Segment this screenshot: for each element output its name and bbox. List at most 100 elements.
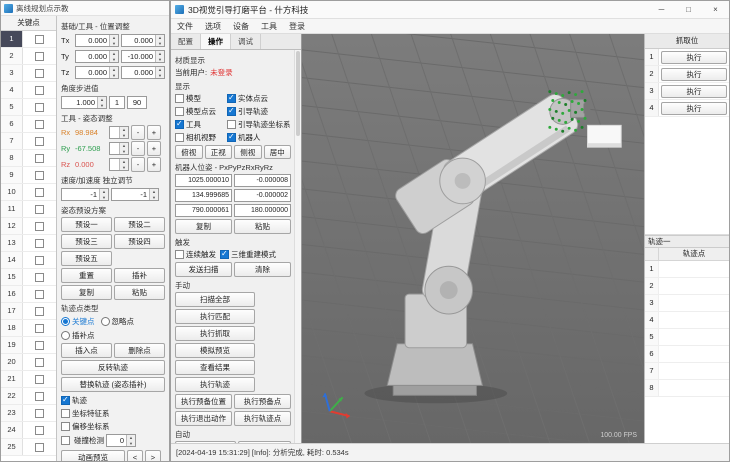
point-checkbox[interactable]	[35, 69, 44, 78]
point-checkbox[interactable]	[35, 222, 44, 231]
scrollbar-thumb[interactable]	[296, 51, 300, 136]
execute-button[interactable]: 执行	[661, 102, 727, 115]
view-button[interactable]: 侧视	[234, 145, 262, 159]
preset-button[interactable]: 预设三	[61, 234, 112, 249]
send-scan-button[interactable]: 发送扫描	[175, 262, 232, 277]
point-checkbox[interactable]	[35, 341, 44, 350]
point-row-number[interactable]: 1	[1, 31, 23, 47]
position-step-input[interactable]: 0.000▲▼	[75, 34, 119, 47]
spinner-arrows[interactable]: ▲▼	[97, 97, 106, 108]
point-row-number[interactable]: 10	[1, 184, 23, 200]
attitude-step-input[interactable]: ▲▼	[109, 142, 129, 155]
attitude-plus-button[interactable]: +	[147, 125, 161, 140]
point-checkbox[interactable]	[35, 137, 44, 146]
display-check[interactable]: 轨迹	[61, 394, 165, 406]
manual-action-button[interactable]: 扫描全部	[175, 292, 255, 307]
point-row-number[interactable]: 21	[1, 371, 23, 387]
menu-item-3[interactable]: 工具	[255, 21, 283, 32]
point-row-number[interactable]: 22	[1, 388, 23, 404]
point-row-number[interactable]: 4	[1, 82, 23, 98]
viewport-3d[interactable]: 100.00 FPS	[301, 34, 644, 443]
spin-down-icon[interactable]: ▼	[156, 57, 164, 63]
paste-button[interactable]: 粘贴	[114, 285, 165, 300]
display-option[interactable]: 模型点云	[175, 106, 225, 117]
point-row-number[interactable]: 18	[1, 320, 23, 336]
manual-action-button[interactable]: 查看结果	[175, 360, 255, 375]
spinner-arrows[interactable]: ▲▼	[119, 159, 128, 170]
position-value-input[interactable]: 0.000▲▼	[121, 66, 165, 79]
trigger-check[interactable]: 连续触发	[175, 249, 216, 260]
preview-prev-button[interactable]: <	[127, 450, 143, 462]
checkbox[interactable]	[220, 250, 229, 259]
point-checkbox[interactable]	[35, 35, 44, 44]
checkbox[interactable]	[61, 409, 70, 418]
spinner-arrows[interactable]: ▲▼	[109, 51, 118, 62]
preset-button[interactable]: 预设四	[114, 234, 165, 249]
speed-input[interactable]: -1 ▲▼	[61, 188, 109, 201]
point-row-number[interactable]: 25	[1, 439, 23, 455]
trigger-check[interactable]: 三维重建模式	[220, 249, 276, 260]
spin-down-icon[interactable]: ▼	[156, 73, 164, 79]
point-checkbox[interactable]	[35, 188, 44, 197]
spin-down-icon[interactable]: ▼	[98, 103, 106, 109]
point-checkbox[interactable]	[35, 392, 44, 401]
point-row-number[interactable]: 2	[1, 48, 23, 64]
clear-button[interactable]: 清除	[234, 262, 291, 277]
point-row-number[interactable]: 5	[1, 99, 23, 115]
attitude-plus-button[interactable]: +	[147, 157, 161, 172]
execute-button[interactable]: 执行	[661, 68, 727, 81]
spinner-arrows[interactable]: ▲▼	[109, 67, 118, 78]
pose-value[interactable]: 134.999685	[175, 189, 232, 202]
position-step-input[interactable]: 0.000▲▼	[75, 66, 119, 79]
point-checkbox[interactable]	[35, 86, 44, 95]
point-row-number[interactable]: 8	[1, 150, 23, 166]
pose-value[interactable]: -0.000008	[234, 174, 291, 187]
point-checkbox[interactable]	[35, 273, 44, 282]
point-row-number[interactable]: 14	[1, 252, 23, 268]
spin-down-icon[interactable]: ▼	[127, 441, 135, 447]
checkbox[interactable]	[175, 107, 184, 116]
close-button[interactable]: ×	[702, 1, 729, 18]
checkbox[interactable]	[227, 120, 236, 129]
point-row-number[interactable]: 24	[1, 422, 23, 438]
menu-item-0[interactable]: 文件	[171, 21, 199, 32]
point-checkbox[interactable]	[35, 426, 44, 435]
attitude-minus-button[interactable]: -	[131, 125, 145, 140]
track-row[interactable]: 5	[645, 329, 729, 346]
point-row-number[interactable]: 23	[1, 405, 23, 421]
point-row-number[interactable]: 9	[1, 167, 23, 183]
point-checkbox[interactable]	[35, 52, 44, 61]
spinner-arrows[interactable]: ▲▼	[99, 189, 108, 200]
attitude-step-input[interactable]: ▲▼	[109, 158, 129, 171]
settings-scrollbar[interactable]	[294, 50, 301, 443]
manual-action-button[interactable]: 执行轨迹点	[234, 411, 291, 426]
display-option[interactable]: 工具	[175, 119, 225, 130]
spin-down-icon[interactable]: ▼	[120, 165, 128, 171]
execute-button[interactable]: 执行	[661, 85, 727, 98]
pose-value[interactable]: 790.000061	[175, 204, 232, 217]
point-row-number[interactable]: 12	[1, 218, 23, 234]
checkbox[interactable]	[61, 422, 70, 431]
point-checkbox[interactable]	[35, 290, 44, 299]
checkbox[interactable]	[227, 94, 236, 103]
manual-action-button[interactable]: 执行退出动作	[175, 411, 232, 426]
copy-button[interactable]: 复制	[61, 285, 112, 300]
point-checkbox[interactable]	[35, 205, 44, 214]
spin-down-icon[interactable]: ▼	[100, 195, 108, 201]
point-checkbox[interactable]	[35, 443, 44, 452]
execute-button[interactable]: 执行	[661, 51, 727, 64]
point-row-number[interactable]: 17	[1, 303, 23, 319]
insert-point-button[interactable]: 插入点	[61, 343, 112, 358]
manual-action-button[interactable]: 执行匹配	[175, 309, 255, 324]
point-checkbox[interactable]	[35, 307, 44, 316]
track-row[interactable]: 2	[645, 278, 729, 295]
menu-item-4[interactable]: 登录	[283, 21, 311, 32]
maximize-button[interactable]: □	[675, 1, 702, 18]
settings-tab-2[interactable]: 调试	[231, 34, 261, 49]
display-option[interactable]: 引导轨迹坐标系	[227, 119, 291, 130]
interpolate-button[interactable]: 插补	[114, 268, 165, 283]
point-type-option[interactable]: 忽略点	[101, 315, 135, 327]
pose-paste-button[interactable]: 粘贴	[234, 219, 291, 234]
track-row[interactable]: 7	[645, 363, 729, 380]
point-row-number[interactable]: 13	[1, 235, 23, 251]
